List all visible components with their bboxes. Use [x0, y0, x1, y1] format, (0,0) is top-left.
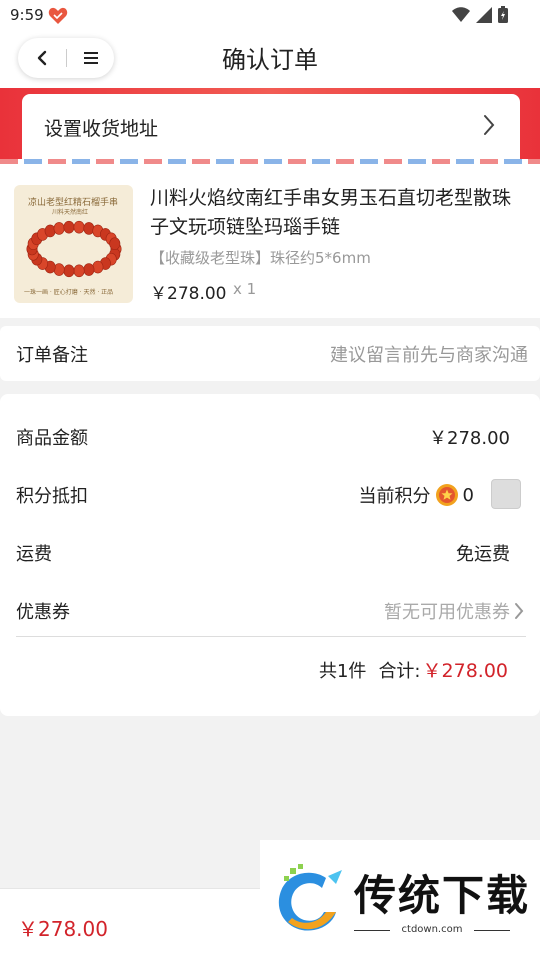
- points-row: 积分抵扣 当前积分 0: [0, 474, 540, 514]
- remark-label: 订单备注: [16, 345, 88, 366]
- total-line: 共1件 合计: ￥278.00: [319, 656, 508, 683]
- coupon-value: 暂无可用优惠券: [384, 598, 524, 625]
- summary-divider: [16, 636, 526, 637]
- remark-input[interactable]: 建议留言前先与商家沟通: [330, 341, 528, 367]
- coupon-label: 优惠券: [16, 602, 70, 623]
- nav-bar: 确认订单: [0, 32, 540, 88]
- watermark-line-right: [474, 930, 510, 931]
- address-gap: [0, 164, 540, 172]
- bead: [63, 264, 75, 278]
- status-icons: [452, 6, 508, 23]
- watermark-logo-icon: [278, 864, 342, 931]
- wifi-icon: [452, 6, 470, 22]
- bead: [44, 224, 56, 238]
- bead: [109, 237, 121, 251]
- app-heart-icon: [48, 7, 68, 29]
- coupon-row[interactable]: 优惠券 暂无可用优惠券: [0, 590, 540, 630]
- watermark: 传统下载 ctdown.com: [260, 840, 540, 960]
- bead: [83, 263, 95, 276]
- goods-amount-row: 商品金额 ￥278.00: [0, 416, 540, 456]
- address-label: 设置收货地址: [44, 118, 159, 140]
- product-quantity: x 1: [233, 280, 257, 298]
- points-label: 积分抵扣: [16, 486, 88, 507]
- points-checkbox[interactable]: [491, 479, 521, 509]
- bottom-total-price: ￥278.00: [18, 917, 108, 941]
- goods-amount-value: ￥278.00: [429, 428, 510, 449]
- total-label: 合计:: [378, 661, 421, 682]
- product-price: ￥278.00: [150, 284, 227, 304]
- bead-bracelet-icon: [26, 220, 122, 278]
- coupon-value-text: 暂无可用优惠券: [384, 602, 510, 623]
- signal-icon: [476, 6, 492, 23]
- bead: [92, 260, 104, 274]
- product-spec: 【收藏级老型珠】珠径约5*6mm: [150, 249, 371, 267]
- product-name: 川料火焰纹南红手串女男玉石直切老型散珠子文玩项链坠玛瑙手链: [150, 187, 512, 238]
- bead: [63, 220, 75, 234]
- coin-icon: [435, 484, 458, 506]
- address-selector[interactable]: 设置收货地址: [22, 94, 520, 160]
- status-time: 9:59: [10, 6, 44, 24]
- chevron-right-icon: [514, 602, 524, 625]
- status-bar: 9:59: [0, 0, 540, 32]
- total-price: ￥278.00: [422, 660, 508, 682]
- order-remark[interactable]: 订单备注 建议留言前先与商家沟通: [0, 326, 540, 381]
- shipping-row: 运费 免运费: [0, 532, 540, 572]
- order-summary: 商品金额 ￥278.00 积分抵扣 当前积分 0 运费 免运费 优惠券 暂无可用…: [0, 394, 540, 716]
- product-card[interactable]: 凉山老型红精石榴手串 川料天然南红 一珠一画 · 匠心打磨 · 天然 · 正品 …: [0, 172, 540, 318]
- chevron-right-icon: [482, 114, 496, 140]
- bead: [73, 220, 85, 234]
- product-image-footer: 一珠一画 · 匠心打磨 · 天然 · 正品: [24, 289, 114, 296]
- page-title: 确认订单: [222, 46, 318, 74]
- shipping-value: 免运费: [456, 544, 510, 565]
- points-info: 当前积分 0: [359, 482, 474, 508]
- bead: [53, 222, 65, 235]
- bead: [73, 264, 85, 278]
- bead: [83, 222, 95, 235]
- bead: [53, 263, 65, 276]
- points-value: 0: [462, 484, 474, 506]
- points-current-label: 当前积分: [358, 486, 431, 507]
- item-count: 共1件: [318, 661, 367, 682]
- product-image[interactable]: 凉山老型红精石榴手串 川料天然南红 一珠一画 · 匠心打磨 · 天然 · 正品: [14, 185, 133, 303]
- shipping-label: 运费: [16, 544, 52, 565]
- battery-icon: [498, 6, 508, 23]
- goods-amount-label: 商品金额: [16, 428, 88, 449]
- watermark-text: 传统下载: [354, 871, 531, 920]
